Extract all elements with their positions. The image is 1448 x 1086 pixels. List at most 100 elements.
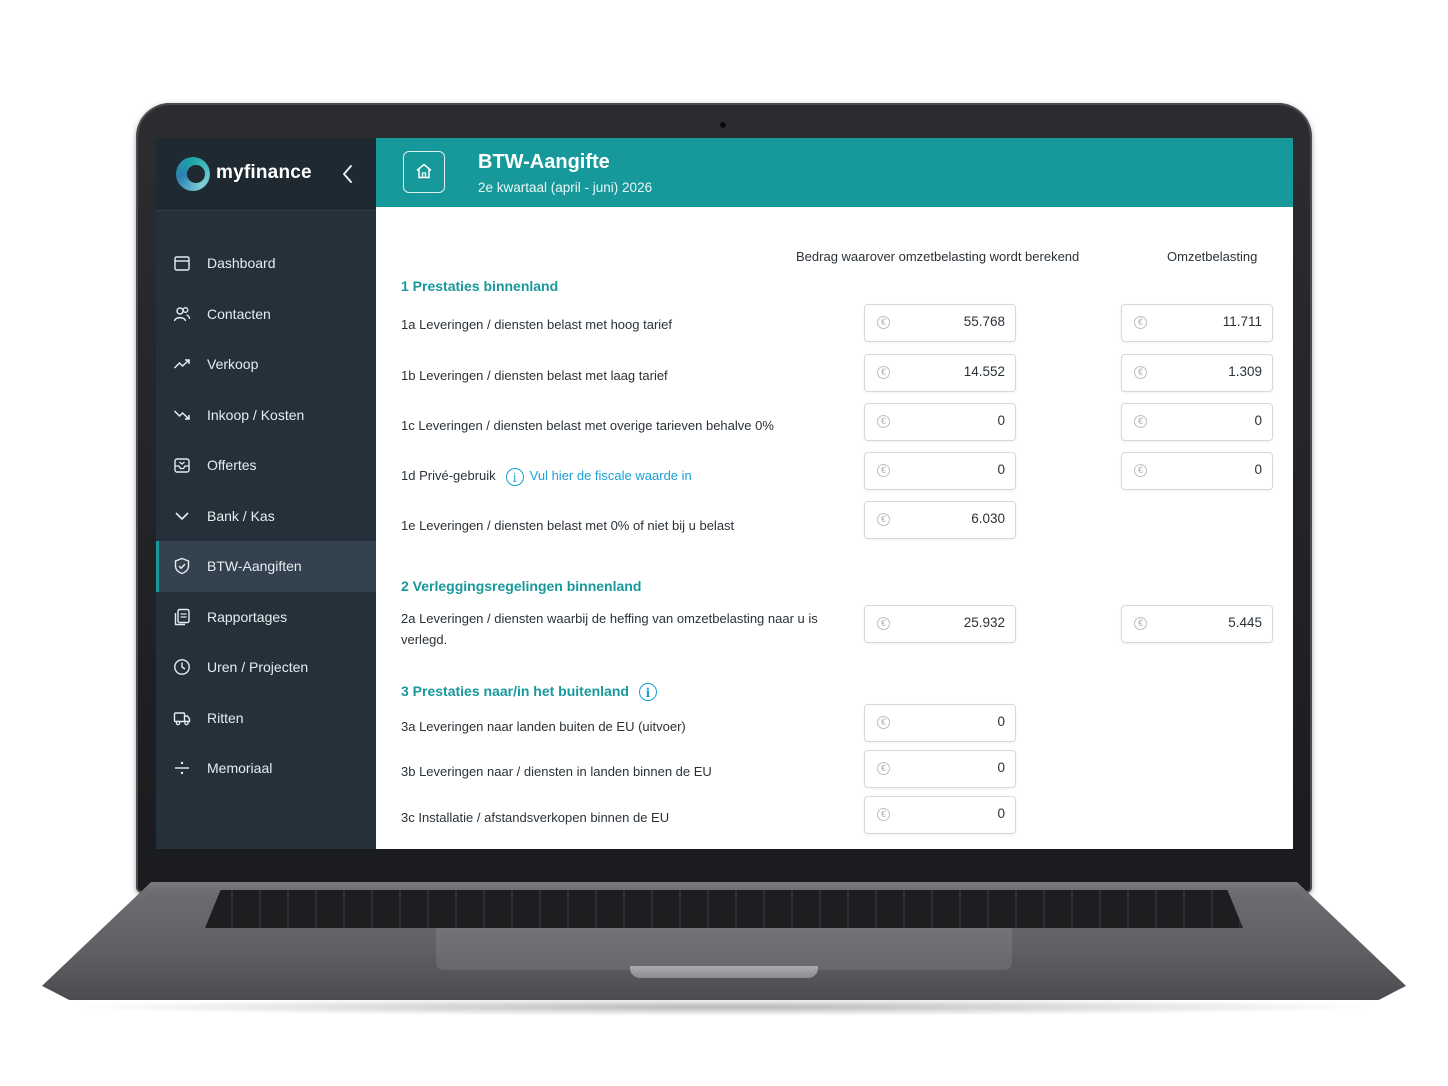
field-1b-base[interactable]: € — [864, 354, 1016, 392]
clock-icon — [174, 659, 190, 676]
field-1d-tax[interactable]: € — [1121, 452, 1273, 490]
input-1c-base[interactable] — [895, 413, 1005, 428]
euro-icon: € — [877, 513, 890, 526]
euro-icon: € — [877, 762, 890, 775]
column-header-base: Bedrag waarover omzetbelasting wordt ber… — [796, 249, 1080, 264]
home-icon — [416, 163, 432, 179]
field-1a-tax[interactable]: € — [1121, 304, 1273, 342]
sidebar-item-label: Ritten — [207, 709, 244, 726]
home-button[interactable] — [403, 151, 445, 193]
chevron-down-icon — [175, 512, 189, 520]
page-header: BTW-Aangifte 2e kwartaal (april - juni) … — [376, 138, 1293, 207]
row-label-2a: 2a Leveringen / diensten waarbij de heff… — [401, 611, 818, 647]
field-3c-base[interactable]: € — [864, 796, 1016, 834]
section-title-3: 3 Prestaties naar/in het buitenland — [401, 683, 629, 699]
sidebar-item-label: Verkoop — [207, 356, 259, 373]
row-label-3b: 3b Leveringen naar / diensten in landen … — [401, 764, 712, 779]
main-area: BTW-Aangifte 2e kwartaal (april - juni) … — [376, 138, 1293, 849]
sidebar-item-contacten[interactable]: Contacten — [156, 289, 376, 340]
row-label-3a: 3a Leveringen naar landen buiten de EU (… — [401, 719, 686, 734]
vat-return-form: Bedrag waarover omzetbelasting wordt ber… — [376, 207, 1293, 849]
input-2a-tax[interactable] — [1152, 615, 1262, 630]
sidebar-item-bank-kas[interactable]: Bank / Kas — [156, 491, 376, 542]
sidebar-nav: Dashboard Contacten Verkoop Inkoop / Kos… — [156, 238, 376, 794]
input-1b-tax[interactable] — [1152, 364, 1262, 379]
input-3b-base[interactable] — [895, 760, 1005, 775]
input-1e-base[interactable] — [895, 511, 1005, 526]
row-label-1b: 1b Leveringen / diensten belast met laag… — [401, 368, 668, 383]
page-title: BTW-Aangifte — [478, 151, 610, 173]
sidebar-item-dashboard[interactable]: Dashboard — [156, 238, 376, 289]
sidebar-item-label: Contacten — [207, 305, 271, 322]
euro-icon: € — [877, 316, 890, 329]
divide-icon — [175, 762, 189, 775]
input-1d-base[interactable] — [895, 462, 1005, 477]
laptop-keyboard — [205, 890, 1243, 928]
field-1e-base[interactable]: € — [864, 501, 1016, 539]
info-icon[interactable]: i — [638, 683, 657, 702]
field-2a-tax[interactable]: € — [1121, 605, 1273, 643]
input-2a-base[interactable] — [895, 615, 1005, 630]
shield-icon — [174, 558, 190, 575]
truck-icon — [173, 712, 191, 725]
euro-icon: € — [1134, 366, 1147, 379]
section-title-1: 1 Prestaties binnenland — [401, 278, 559, 294]
calendar-icon — [174, 256, 190, 271]
row-label-1c: 1c Leveringen / diensten belast met over… — [401, 418, 774, 433]
section-title-2: 2 Verleggingsregelingen binnenland — [401, 578, 642, 594]
sidebar-item-label: Dashboard — [207, 255, 276, 272]
euro-icon: € — [877, 415, 890, 428]
euro-icon: € — [1134, 316, 1147, 329]
trend-up-icon — [173, 359, 190, 369]
sidebar-item-label: BTW-Aangiften — [207, 558, 302, 575]
input-1b-base[interactable] — [895, 364, 1005, 379]
section-title-3-wrap: 3 Prestaties naar/in het buitenland i — [401, 683, 663, 702]
page-subtitle: 2e kwartaal (april - juni) 2026 — [478, 180, 653, 195]
sidebar-item-label: Rapportages — [207, 608, 288, 625]
field-1b-tax[interactable]: € — [1121, 354, 1273, 392]
field-2a-base[interactable]: € — [864, 605, 1016, 643]
collapse-sidebar-button[interactable] — [334, 160, 362, 188]
laptop-trackpad — [436, 928, 1012, 970]
euro-icon: € — [877, 716, 890, 729]
documents-icon — [174, 608, 190, 625]
brand-name: myfinance — [216, 162, 312, 183]
sidebar-item-inkoop-kosten[interactable]: Inkoop / Kosten — [156, 390, 376, 441]
laptop-notch — [630, 966, 818, 978]
sidebar-item-btw-aangiften[interactable]: BTW-Aangiften — [156, 541, 376, 592]
myfinance-logo-icon — [176, 157, 210, 191]
sidebar-item-ritten[interactable]: Ritten — [156, 693, 376, 744]
input-3c-base[interactable] — [895, 806, 1005, 821]
inbox-icon — [174, 458, 190, 473]
sidebar-item-verkoop[interactable]: Verkoop — [156, 339, 376, 390]
webcam — [720, 122, 726, 128]
sidebar-item-label: Inkoop / Kosten — [207, 406, 305, 423]
sidebar: myfinance Dashboard Contacten Verkoop In… — [156, 138, 376, 849]
euro-icon: € — [877, 464, 890, 477]
input-1a-base[interactable] — [895, 314, 1005, 329]
sidebar-item-rapportages[interactable]: Rapportages — [156, 592, 376, 643]
trend-down-icon — [173, 410, 190, 420]
info-icon[interactable]: i — [505, 467, 524, 486]
field-1c-tax[interactable]: € — [1121, 403, 1273, 441]
input-1a-tax[interactable] — [1152, 314, 1262, 329]
fiscal-value-link[interactable]: Vul hier de fiscale waarde in — [530, 468, 692, 483]
field-1d-base[interactable]: € — [864, 452, 1016, 490]
input-1d-tax[interactable] — [1152, 462, 1262, 477]
users-icon — [173, 306, 191, 321]
field-3a-base[interactable]: € — [864, 704, 1016, 742]
euro-icon: € — [877, 617, 890, 630]
input-3a-base[interactable] — [895, 714, 1005, 729]
sidebar-item-memoriaal[interactable]: Memoriaal — [156, 743, 376, 794]
euro-icon: € — [877, 366, 890, 379]
sidebar-item-offertes[interactable]: Offertes — [156, 440, 376, 491]
brand-header: myfinance — [156, 138, 376, 211]
sidebar-item-uren-projecten[interactable]: Uren / Projecten — [156, 642, 376, 693]
field-3b-base[interactable]: € — [864, 750, 1016, 788]
sidebar-item-label: Uren / Projecten — [207, 659, 309, 676]
euro-icon: € — [1134, 617, 1147, 630]
input-1c-tax[interactable] — [1152, 413, 1262, 428]
row-label-1d: 1d Privé-gebruik — [401, 468, 496, 483]
field-1c-base[interactable]: € — [864, 403, 1016, 441]
field-1a-base[interactable]: € — [864, 304, 1016, 342]
